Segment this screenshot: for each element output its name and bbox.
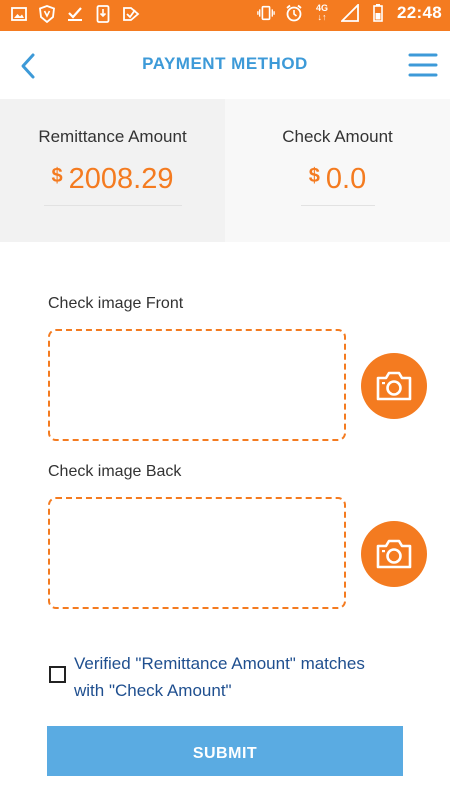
image-icon [10, 4, 28, 24]
network-4g-icon: 4G ↓↑ [316, 3, 329, 22]
alarm-icon [285, 3, 303, 23]
menu-button[interactable] [408, 51, 438, 79]
remittance-amount-panel: Remittance Amount $ 2008.29 [0, 99, 225, 242]
check-back-camera-button[interactable] [361, 521, 427, 587]
phone-download-icon [94, 4, 112, 24]
remittance-amount-value-row: $ 2008.29 [0, 163, 225, 196]
remittance-amount-value: 2008.29 [68, 163, 174, 195]
check-back-image-box[interactable] [48, 497, 346, 609]
amount-summary: Remittance Amount $ 2008.29 Check Amount… [0, 99, 450, 242]
camera-icon [376, 371, 412, 401]
submit-button[interactable]: SUBMIT [47, 726, 403, 776]
vibrate-icon [257, 3, 275, 23]
verify-checkbox[interactable] [49, 666, 66, 683]
check-amount-value[interactable]: 0.0 [326, 163, 366, 196]
check-amount-label: Check Amount [282, 127, 393, 146]
status-bar: 4G ↓↑ 22:48 [0, 0, 450, 31]
check-front-camera-button[interactable] [361, 353, 427, 419]
check-front-label: Check image Front [48, 295, 184, 312]
battery-icon [369, 3, 387, 23]
divider [44, 205, 182, 206]
check-amount-panel: Check Amount $ 0.0 [225, 99, 450, 242]
verify-checkbox-label[interactable]: Verified "Remittance Amount" matches wit… [74, 650, 394, 704]
download-icon [66, 4, 84, 24]
signal-icon [341, 3, 359, 23]
currency-symbol: $ [308, 165, 320, 187]
hamburger-menu-icon [408, 53, 438, 77]
page-title: PAYMENT METHOD [142, 54, 308, 73]
verify-amounts-row[interactable]: Verified "Remittance Amount" matches wit… [48, 650, 408, 702]
check-back-label: Check image Back [48, 463, 182, 480]
divider [301, 205, 375, 206]
app-header: PAYMENT METHOD [0, 31, 450, 99]
browser-shield-icon [38, 4, 56, 24]
tasks-check-icon [122, 4, 140, 24]
currency-symbol: $ [51, 165, 63, 187]
status-time: 22:48 [397, 3, 442, 22]
check-amount-value-row[interactable]: $ 0.0 [225, 163, 450, 196]
check-front-image-box[interactable] [48, 329, 346, 441]
camera-icon [376, 539, 412, 569]
remittance-amount-label: Remittance Amount [38, 127, 187, 146]
